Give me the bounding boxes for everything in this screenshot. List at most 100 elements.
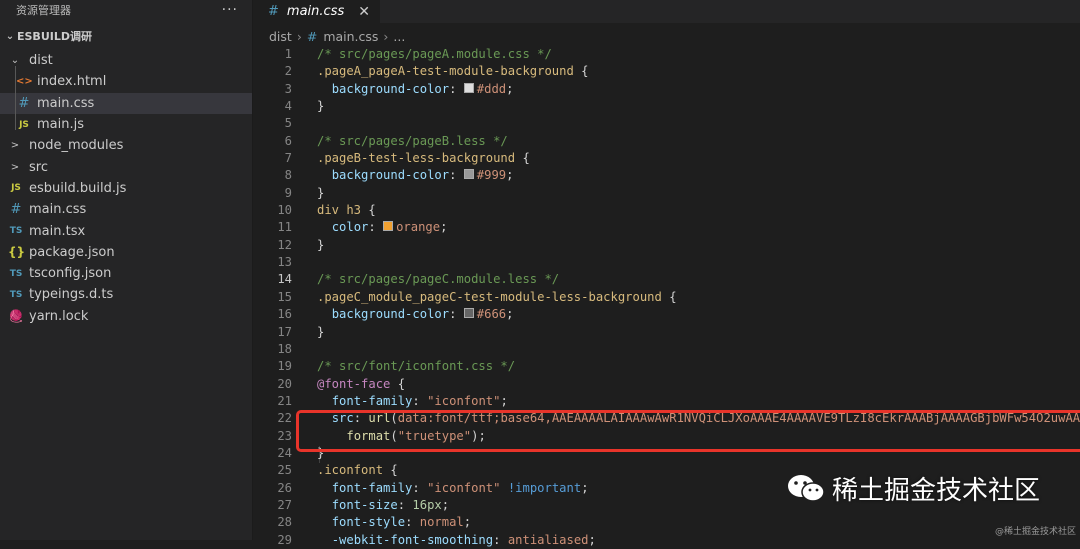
- code-text: -webkit-font-smoothing: antialiased;: [317, 532, 596, 549]
- code-token: color: [331, 220, 369, 235]
- color-swatch[interactable]: [463, 308, 474, 319]
- explorer-sidebar: 资源管理器 ··· ⌄ ESBUILD调研 ⌄ dist <> index.html #…: [0, 0, 253, 540]
- project-folder-header[interactable]: ⌄ ESBUILD调研: [0, 22, 252, 50]
- breadcrumb: dist › # main.css › ...: [254, 25, 1080, 47]
- tree-item-label: main.js: [37, 117, 84, 133]
- more-actions-icon[interactable]: ···: [222, 2, 238, 18]
- code-token: !important: [507, 480, 582, 495]
- close-icon[interactable]: ✕: [358, 4, 370, 20]
- tree-item-label: main.tsx: [29, 223, 86, 239]
- code-line: 23 format("truetype");: [254, 428, 1080, 445]
- color-swatch[interactable]: [383, 221, 394, 232]
- code-text: }: [317, 237, 324, 254]
- indent-guide: [15, 66, 16, 130]
- code-line: 28 font-style: normal;: [254, 514, 1080, 531]
- tab-main-css[interactable]: # main.css ✕: [254, 0, 380, 23]
- color-swatch[interactable]: [463, 169, 474, 180]
- line-number: 7: [284, 151, 292, 166]
- code-token: }: [317, 324, 325, 339]
- folder-item[interactable]: > src: [0, 156, 252, 177]
- code-token: ;: [506, 307, 514, 322]
- code-line: 17}: [254, 324, 1080, 341]
- code-token: "truetype": [397, 428, 472, 443]
- code-text: /* src/pages/pageA.module.css */: [317, 46, 552, 63]
- code-text: .pageC_module_pageC-test-module-less-bac…: [317, 289, 677, 306]
- watermark-small: @稀土掘金技术社区: [994, 527, 1076, 537]
- code-editor[interactable]: 1 /* src/pages/pageA.module.css */ 2 .pageA…: [254, 46, 1080, 547]
- tree-item-label: yarn.lock: [29, 308, 89, 324]
- file-item[interactable]: # main.css: [0, 199, 252, 220]
- code-token: ;: [506, 168, 514, 183]
- chevron-right-icon: >: [10, 161, 20, 173]
- code-line: 7 .pageB-test-less-background {: [254, 150, 1080, 167]
- line-number: 20: [277, 376, 292, 391]
- file-item[interactable]: TS typeings.d.ts: [0, 284, 252, 305]
- code-token: ;: [463, 515, 472, 530]
- code-token: :: [405, 515, 420, 530]
- line-number: 15: [277, 289, 292, 304]
- code-line: 24}: [254, 445, 1080, 462]
- breadcrumb-more[interactable]: ...: [393, 29, 405, 44]
- line-number: 13: [277, 255, 292, 270]
- tree-item-label: package.json: [29, 244, 115, 260]
- breadcrumb-file[interactable]: main.css: [323, 29, 378, 44]
- code-token: .pageC_module_pageC-test-module-less-bac…: [317, 289, 662, 304]
- watermark: 稀土掘金技术社区: [786, 470, 1040, 507]
- tree-item-label: typeings.d.ts: [29, 287, 114, 303]
- code-token: /* src/font/iconfont.css */: [317, 359, 516, 374]
- code-token: :: [449, 81, 464, 96]
- line-number: 8: [284, 168, 292, 183]
- code-text: background-color: #666;: [317, 306, 514, 323]
- file-item[interactable]: <> index.html: [0, 71, 252, 92]
- code-token: :: [397, 497, 413, 512]
- code-token: ;: [506, 81, 514, 96]
- code-line: 3 background-color: #ddd;: [254, 81, 1080, 98]
- code-token: :: [412, 393, 428, 408]
- code-token: font-style: [331, 515, 406, 530]
- code-text: }: [317, 98, 324, 115]
- css-file-icon: #: [10, 202, 22, 218]
- code-text: color: orange;: [317, 219, 448, 236]
- code-token: (: [390, 411, 398, 426]
- code-text: }: [317, 445, 324, 462]
- folder-item[interactable]: > node_modules: [0, 135, 252, 156]
- line-number: 6: [284, 133, 292, 148]
- file-item[interactable]: 🧶 yarn.lock: [0, 306, 252, 327]
- code-text: /* src/font/iconfont.css */: [317, 358, 515, 375]
- file-item[interactable]: {} package.json: [0, 242, 252, 263]
- code-token: font-size: [331, 497, 398, 512]
- breadcrumb-folder[interactable]: dist: [269, 29, 292, 44]
- line-number: 23: [277, 428, 292, 443]
- line-number: 28: [277, 515, 292, 530]
- file-item[interactable]: # main.css: [0, 92, 252, 114]
- code-token: {: [383, 463, 398, 478]
- color-value: #999: [476, 168, 507, 183]
- code-line: 6 /* src/pages/pageB.less */: [254, 133, 1080, 150]
- line-number: 25: [277, 463, 292, 478]
- chevron-right-icon: ›: [383, 28, 389, 44]
- css-file-icon: #: [18, 95, 30, 111]
- file-item[interactable]: TS main.tsx: [0, 220, 252, 241]
- code-token: .iconfont: [317, 463, 384, 478]
- chevron-down-icon: ⌄: [5, 30, 15, 42]
- line-number: 22: [277, 411, 292, 426]
- ts-file-icon: TS: [9, 289, 23, 300]
- line-number: 14: [277, 272, 292, 287]
- file-item[interactable]: TS tsconfig.json: [0, 263, 252, 284]
- line-number: 2: [284, 64, 292, 79]
- code-line: 29 -webkit-font-smoothing: antialiased;: [254, 532, 1080, 549]
- code-text: }: [317, 185, 324, 202]
- code-line: 4}: [254, 98, 1080, 115]
- color-swatch[interactable]: [463, 82, 474, 93]
- code-line: 13: [254, 254, 1080, 271]
- folder-item[interactable]: ⌄ dist: [0, 50, 252, 71]
- file-item[interactable]: JS esbuild.build.js: [0, 178, 252, 199]
- code-token: {: [361, 203, 376, 218]
- code-token: /* src/pages/pageC.module.less */: [317, 272, 560, 287]
- file-item[interactable]: JS main.js: [0, 114, 252, 135]
